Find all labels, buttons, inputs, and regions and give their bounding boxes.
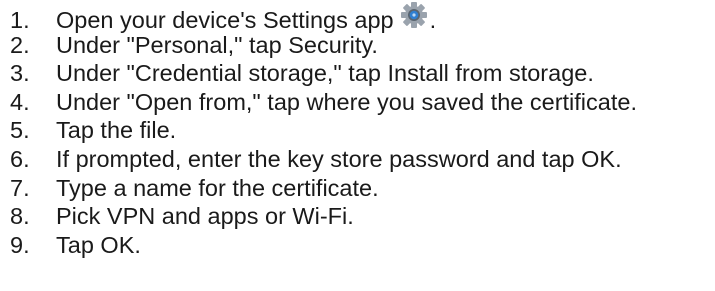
step-text: If prompted, enter the key store passwor… <box>56 145 622 172</box>
list-item: 8. Pick VPN and apps or Wi-Fi. <box>0 202 715 231</box>
list-item: 9. Tap OK. <box>0 231 715 260</box>
list-item: 2. Under "Personal," tap Security. <box>0 31 715 60</box>
list-item: 3. Under "Credential storage," tap Insta… <box>0 59 715 88</box>
step-text: Type a name for the certificate. <box>56 174 379 201</box>
step-number: 5. <box>10 117 30 144</box>
list-item: 6. If prompted, enter the key store pass… <box>0 145 715 174</box>
step-number: 8. <box>10 203 30 230</box>
list-item: 1. Open your device's Settings app . <box>0 2 715 33</box>
step-text: Tap OK. <box>56 231 141 258</box>
list-item: 4. Under "Open from," tap where you save… <box>0 88 715 117</box>
step-text: Tap the file. <box>56 117 177 144</box>
step-text: Under "Personal," tap Security. <box>56 31 378 58</box>
list-item: 7. Type a name for the certificate. <box>0 174 715 203</box>
step-number: 3. <box>10 60 30 87</box>
step-number: 9. <box>10 231 30 258</box>
step-number: 6. <box>10 145 30 172</box>
instructions-list: 1. Open your device's Settings app . 2. … <box>0 0 715 259</box>
step-text: Under "Credential storage," tap Install … <box>56 60 594 87</box>
list-item: 5. Tap the file. <box>0 116 715 145</box>
step-number: 4. <box>10 88 30 115</box>
step-suffix: . <box>429 7 437 33</box>
step-text: Under "Open from," tap where you saved t… <box>56 88 637 115</box>
settings-gear-icon <box>400 2 428 28</box>
step-number: 2. <box>10 31 30 58</box>
step-number: 7. <box>10 174 30 201</box>
step-text: Pick VPN and apps or Wi-Fi. <box>56 203 354 230</box>
